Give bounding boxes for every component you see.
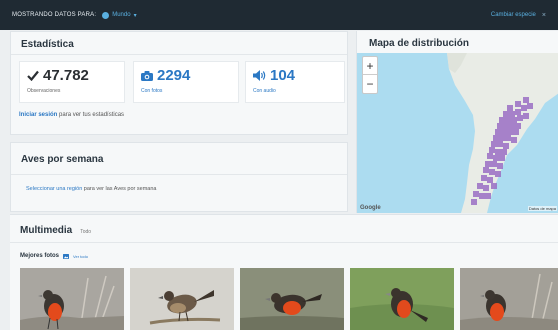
bird-photo-image xyxy=(350,268,454,330)
zoom-out-button[interactable]: − xyxy=(363,75,377,93)
change-species-label: Cambiar especie xyxy=(490,12,536,18)
multimedia-section: Multimedia Todo Mejores fotos Ver todo xyxy=(10,214,558,330)
map-canvas xyxy=(447,53,558,213)
best-photos-label: Mejores fotos xyxy=(20,253,60,259)
bird-photo-4[interactable] xyxy=(350,268,454,330)
multimedia-all-link[interactable]: Todo xyxy=(80,229,91,235)
audio-count: 104 xyxy=(270,67,296,84)
divider xyxy=(10,242,558,243)
signin-hint: Iniciar sesión para ver tus estadísticas xyxy=(19,112,124,118)
best-photos-heading: Mejores fotos Ver todo xyxy=(20,253,88,259)
select-region-hint-text: para ver las Aves por semana xyxy=(82,186,157,192)
photos-stat[interactable]: 2294 Con fotos xyxy=(133,61,239,103)
top-bar: MOSTRANDO DATOS PARA: Mundo ▾ Cambiar es… xyxy=(0,0,558,30)
zoom-control: + − xyxy=(362,56,378,94)
region-label: Mundo xyxy=(112,12,131,18)
observations-stat: 47.782 Observaciones xyxy=(19,61,125,103)
gallery-icon xyxy=(63,253,70,259)
multimedia-title: Multimedia xyxy=(20,225,73,236)
change-species-button[interactable]: Cambiar especie × xyxy=(491,12,546,19)
birds-per-week-title: Aves por semana xyxy=(21,154,104,165)
select-region-hint: Seleccionar una región para ver las Aves… xyxy=(26,186,156,192)
google-logo: Google xyxy=(360,205,381,211)
bird-photo-2[interactable] xyxy=(130,268,234,330)
divider xyxy=(11,174,347,175)
showing-data-label: MOSTRANDO DATOS PARA: xyxy=(12,12,97,18)
globe-icon xyxy=(102,11,110,19)
photos-count: 2294 xyxy=(157,67,191,84)
speaker-icon xyxy=(253,70,266,81)
statistics-card: Estadística 47.782 Observaciones 2294 Co… xyxy=(10,31,348,135)
bird-photo-image xyxy=(130,268,234,330)
bird-photo-5[interactable] xyxy=(460,268,558,330)
observations-label: Observaciones xyxy=(27,88,61,94)
audio-stat[interactable]: 104 Con audio xyxy=(245,61,345,103)
birds-per-week-card: Aves por semana Seleccionar una región p… xyxy=(10,142,348,212)
select-region-link[interactable]: Seleccionar una región xyxy=(26,186,82,192)
divider xyxy=(11,54,347,55)
observations-count: 47.782 xyxy=(43,67,89,84)
bird-photo-1[interactable] xyxy=(20,268,124,330)
distribution-map[interactable]: + − Google Datos de mapa xyxy=(357,53,558,213)
audio-label: Con audio xyxy=(253,88,276,94)
statistics-title: Estadística xyxy=(21,39,74,50)
signin-link[interactable]: Iniciar sesión xyxy=(19,112,57,118)
bird-photo-3[interactable] xyxy=(240,268,344,330)
chevron-down-icon: ▾ xyxy=(133,12,137,19)
signin-hint-text: para ver tus estadísticas xyxy=(57,112,125,118)
see-all-photos-link[interactable]: Ver todo xyxy=(73,254,88,259)
bird-photo-image xyxy=(460,268,558,330)
zoom-in-button[interactable]: + xyxy=(363,57,377,75)
bird-photo-image xyxy=(20,268,124,330)
distribution-map-title: Mapa de distribución xyxy=(369,38,470,49)
bird-photo-image xyxy=(240,268,344,330)
map-data-terms[interactable]: Datos de mapa xyxy=(527,206,557,211)
close-icon[interactable]: × xyxy=(542,12,546,19)
checkmark-icon xyxy=(27,70,39,81)
distribution-map-card: Mapa de distribución + − Google Datos de… xyxy=(356,31,558,213)
camera-icon xyxy=(141,70,153,81)
photos-label: Con fotos xyxy=(141,88,163,94)
region-selector[interactable]: Mundo ▾ xyxy=(102,11,137,19)
